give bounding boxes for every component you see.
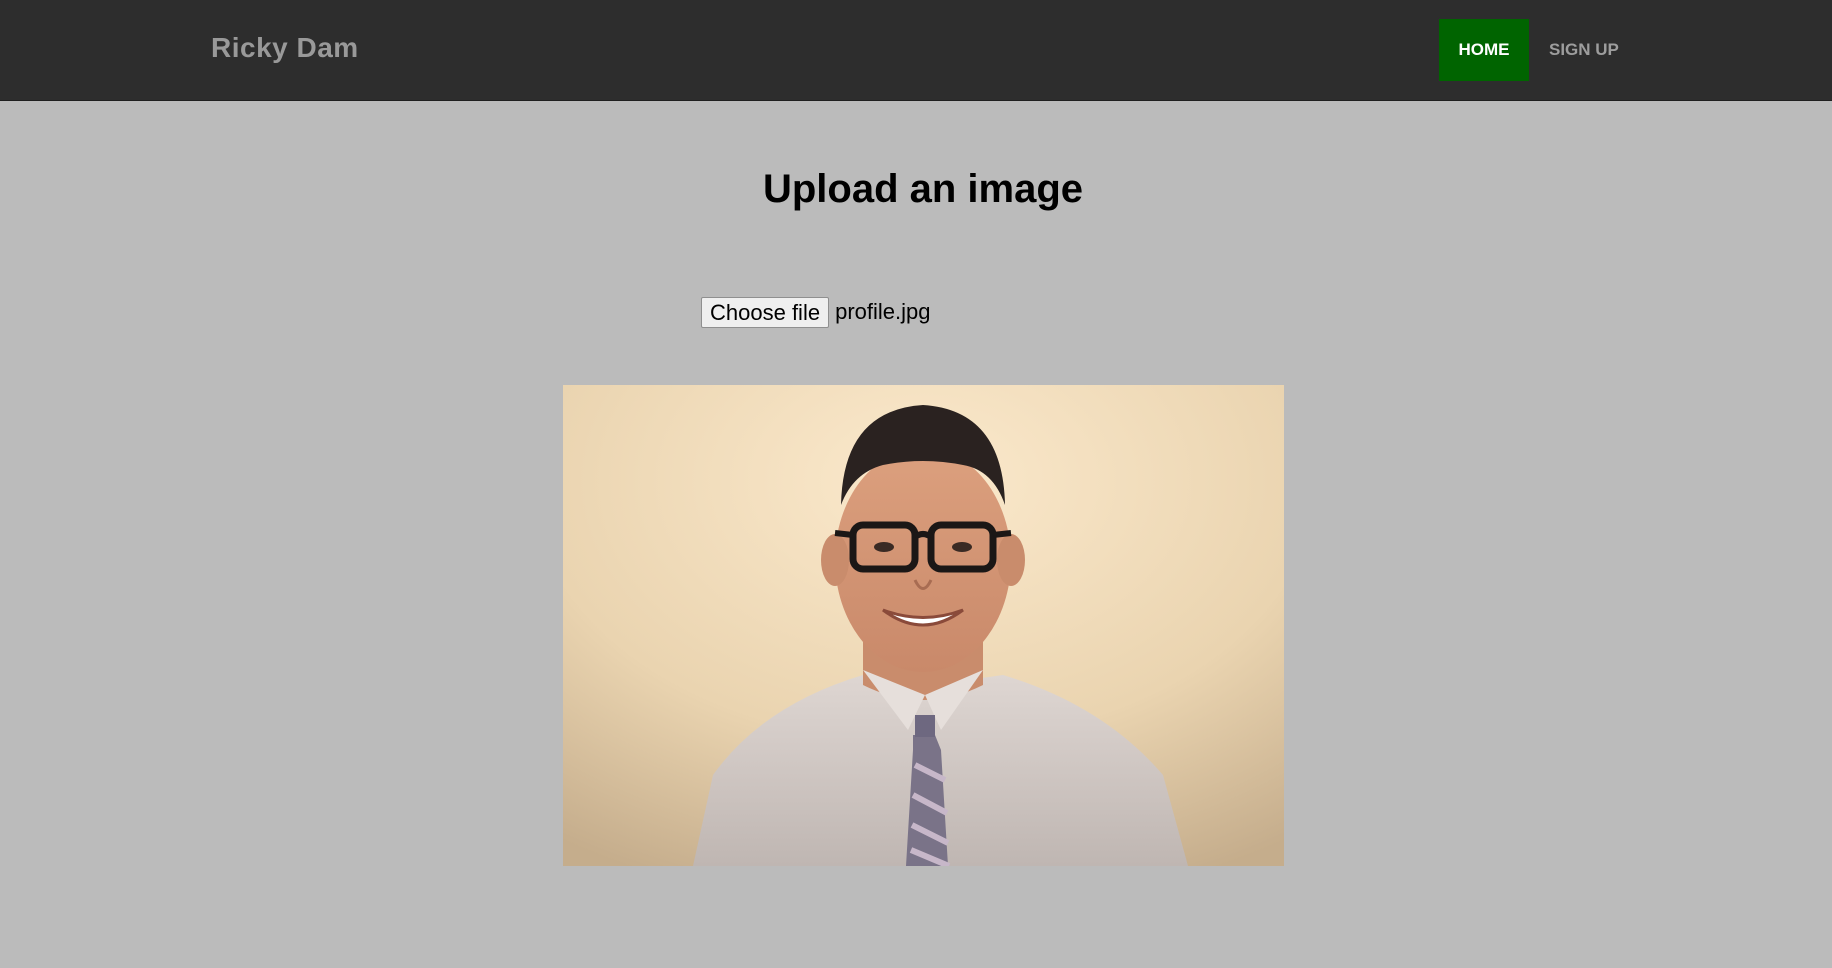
nav-home-link[interactable]: HOME: [1439, 19, 1529, 81]
nav-signup-link[interactable]: SIGN UP: [1549, 19, 1619, 81]
file-input[interactable]: Choose file profile.jpg: [701, 296, 930, 328]
choose-file-button[interactable]: Choose file: [701, 296, 830, 328]
brand-link[interactable]: Ricky Dam: [211, 32, 359, 64]
selected-file-name: profile.jpg: [835, 299, 931, 324]
page-title: Upload an image: [762, 167, 1084, 211]
uploaded-image-preview: [563, 385, 1284, 866]
top-navbar: Ricky Dam HOME SIGN UP: [0, 0, 1832, 101]
